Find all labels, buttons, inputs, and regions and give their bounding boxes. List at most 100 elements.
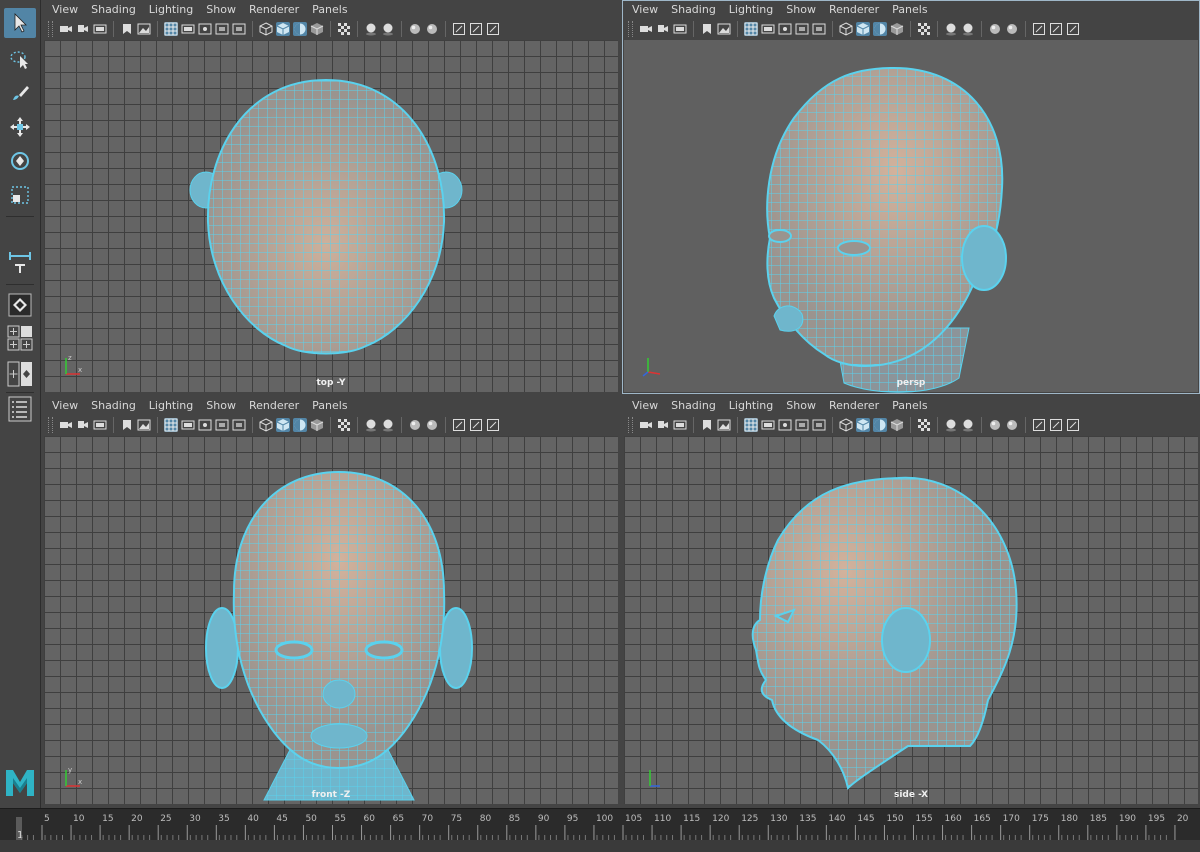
xray-button[interactable] — [917, 418, 931, 432]
menu-view[interactable]: View — [632, 399, 658, 412]
bookmark-button[interactable] — [700, 418, 714, 432]
viewport-persp[interactable]: persp — [624, 40, 1198, 393]
xray-joints-button[interactable] — [1049, 418, 1063, 432]
xray-joints-button[interactable] — [469, 418, 483, 432]
toolbar-grip-handle[interactable] — [628, 21, 633, 37]
viewport-front[interactable]: yx front -Z — [44, 436, 618, 804]
isolate-select-button[interactable] — [1032, 418, 1046, 432]
gate-mask-button[interactable] — [778, 22, 792, 36]
menu-shading[interactable]: Shading — [91, 3, 136, 16]
move-tool-button[interactable] — [4, 112, 36, 142]
viewport-side[interactable]: side -X — [624, 436, 1198, 804]
menu-view[interactable]: View — [52, 3, 78, 16]
menu-show[interactable]: Show — [786, 399, 816, 412]
resolution-gate-button[interactable] — [181, 418, 195, 432]
lights-button[interactable] — [944, 418, 958, 432]
select-tool-button[interactable] — [4, 8, 36, 38]
gate-mask-button[interactable] — [778, 418, 792, 432]
time-slider[interactable]: 1 5 10 15 20 25 30 35 40 45 50 55 60 65 70 75 80 85 90 95 1… — [0, 808, 1200, 841]
menu-renderer[interactable]: Renderer — [829, 3, 879, 16]
field-chart-button[interactable] — [215, 418, 229, 432]
menu-panels[interactable]: Panels — [312, 399, 347, 412]
safe-action-button[interactable] — [812, 22, 826, 36]
wireframe-on-shaded-button[interactable] — [293, 418, 307, 432]
camera-lock-button[interactable] — [76, 418, 90, 432]
textured-button[interactable] — [890, 418, 904, 432]
resolution-gate-button[interactable] — [181, 22, 195, 36]
wireframe-shading-button[interactable] — [839, 22, 853, 36]
textured-button[interactable] — [310, 418, 324, 432]
toolbar-grip-handle[interactable] — [48, 417, 53, 433]
textured-button[interactable] — [310, 22, 324, 36]
menu-lighting[interactable]: Lighting — [149, 399, 193, 412]
field-chart-button[interactable] — [215, 22, 229, 36]
gate-mask-button[interactable] — [198, 22, 212, 36]
grid-toggle-button[interactable] — [164, 22, 178, 36]
shadows-button[interactable] — [961, 22, 975, 36]
motion-blur-button[interactable] — [1005, 418, 1019, 432]
menu-show[interactable]: Show — [206, 399, 236, 412]
isolate-select-button[interactable] — [1032, 22, 1046, 36]
motion-blur-button[interactable] — [1005, 22, 1019, 36]
resolution-gate-button[interactable] — [761, 418, 775, 432]
image-plane-button[interactable] — [717, 418, 731, 432]
shadows-button[interactable] — [381, 22, 395, 36]
shadows-button[interactable] — [961, 418, 975, 432]
menu-lighting[interactable]: Lighting — [729, 3, 773, 16]
two-view-layout-button[interactable] — [4, 360, 36, 388]
camera-button[interactable] — [59, 418, 73, 432]
wireframe-shading-button[interactable] — [259, 22, 273, 36]
menu-shading[interactable]: Shading — [671, 399, 716, 412]
resolution-gate-button[interactable] — [761, 22, 775, 36]
grid-toggle-button[interactable] — [164, 418, 178, 432]
smooth-shade-button[interactable] — [856, 22, 870, 36]
ambient-occlusion-button[interactable] — [408, 418, 422, 432]
menu-show[interactable]: Show — [786, 3, 816, 16]
motion-blur-button[interactable] — [425, 22, 439, 36]
menu-lighting[interactable]: Lighting — [149, 3, 193, 16]
camera-button[interactable] — [59, 22, 73, 36]
camera-button[interactable] — [639, 22, 653, 36]
film-gate-button[interactable] — [93, 418, 107, 432]
menu-renderer[interactable]: Renderer — [249, 399, 299, 412]
film-gate-button[interactable] — [673, 22, 687, 36]
grid-toggle-button[interactable] — [744, 418, 758, 432]
image-plane-button[interactable] — [137, 418, 151, 432]
shadows-button[interactable] — [381, 418, 395, 432]
wireframe-shading-button[interactable] — [839, 418, 853, 432]
menu-panels[interactable]: Panels — [892, 399, 927, 412]
smooth-shade-button[interactable] — [276, 418, 290, 432]
xray-active-button[interactable] — [1066, 418, 1080, 432]
smooth-shade-button[interactable] — [276, 22, 290, 36]
paint-select-tool-button[interactable] — [4, 78, 36, 108]
safe-action-button[interactable] — [232, 418, 246, 432]
wireframe-on-shaded-button[interactable] — [293, 22, 307, 36]
xray-button[interactable] — [337, 22, 351, 36]
menu-view[interactable]: View — [632, 3, 658, 16]
bookmark-button[interactable] — [700, 22, 714, 36]
menu-renderer[interactable]: Renderer — [829, 399, 879, 412]
safe-action-button[interactable] — [232, 22, 246, 36]
isolate-select-button[interactable] — [452, 22, 466, 36]
menu-panels[interactable]: Panels — [312, 3, 347, 16]
toolbar-grip-handle[interactable] — [48, 21, 53, 37]
lights-button[interactable] — [944, 22, 958, 36]
lights-button[interactable] — [364, 418, 378, 432]
wireframe-on-shaded-button[interactable] — [873, 22, 887, 36]
gate-mask-button[interactable] — [198, 418, 212, 432]
four-view-layout-button[interactable] — [4, 324, 36, 352]
menu-renderer[interactable]: Renderer — [249, 3, 299, 16]
outliner-layout-button[interactable] — [4, 394, 36, 424]
camera-button[interactable] — [639, 418, 653, 432]
xray-button[interactable] — [337, 418, 351, 432]
menu-lighting[interactable]: Lighting — [729, 399, 773, 412]
camera-lock-button[interactable] — [76, 22, 90, 36]
motion-blur-button[interactable] — [425, 418, 439, 432]
bookmark-button[interactable] — [120, 22, 134, 36]
toolbar-grip-handle[interactable] — [628, 417, 633, 433]
xray-joints-button[interactable] — [1049, 22, 1063, 36]
range-slider[interactable] — [0, 840, 1200, 852]
menu-show[interactable]: Show — [206, 3, 236, 16]
distance-tool-button[interactable] — [4, 246, 36, 276]
single-perspective-layout-button[interactable] — [4, 290, 36, 320]
